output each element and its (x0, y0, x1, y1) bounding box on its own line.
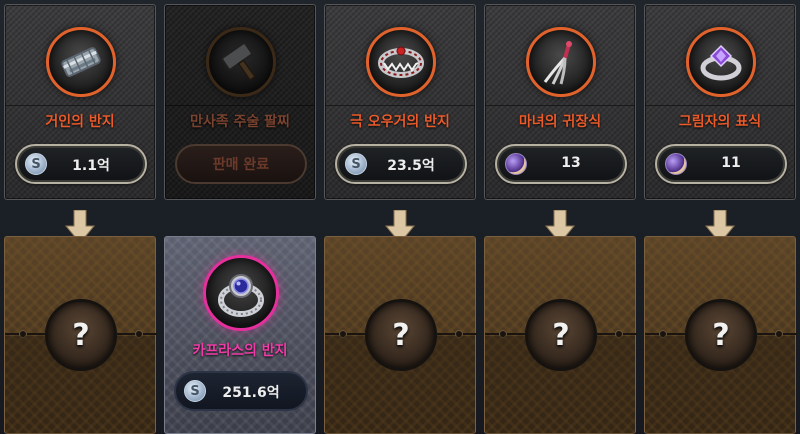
price-value: 13 (561, 155, 581, 171)
unknown-reward-icon: ? (685, 299, 757, 371)
result-card-2[interactable]: 카프라스의 반지 S 251.6억 (164, 236, 316, 434)
connector-knob (135, 330, 143, 338)
item-name: 그림자의 표식 (678, 114, 762, 130)
result-card-1[interactable]: ? (4, 236, 157, 434)
silver-coin-icon: S (184, 380, 206, 402)
slot-card-5[interactable]: 그림자의 표식 11 (644, 4, 796, 200)
item-name: 마녀의 귀장식 (518, 114, 602, 130)
card-divider (165, 105, 315, 106)
exchange-stage: 거인의 반지 S 1.1억 만사족 주술 팔찌 판매 완료 극 오우거의 반지 … (0, 0, 800, 434)
connector-knob (339, 330, 347, 338)
feather-earring-icon (526, 27, 596, 97)
connector-knob (19, 330, 27, 338)
price-pill: S 251.6억 (174, 371, 308, 411)
connector-knob (615, 330, 623, 338)
price-value: 23.5억 (387, 158, 435, 174)
item-name: 만사족 주술 팔찌 (190, 114, 290, 130)
price-pill: 13 (495, 144, 627, 184)
item-name: 거인의 반지 (45, 114, 115, 130)
hammer-icon (206, 27, 276, 97)
unknown-reward-icon: ? (365, 299, 437, 371)
slot-card-3[interactable]: 극 오우거의 반지 S 23.5억 (324, 4, 476, 200)
price-value: 1.1억 (72, 158, 110, 174)
result-card-3[interactable]: ? (324, 236, 477, 434)
silver-coin-icon: S (345, 153, 367, 175)
fanged-ring-icon (366, 27, 436, 97)
connector-knob (455, 330, 463, 338)
card-divider (5, 105, 155, 106)
card-divider (325, 105, 475, 106)
item-name: 카프라스의 반지 (192, 343, 288, 359)
result-card-5[interactable]: ? (644, 236, 797, 434)
amethyst-ring-icon (686, 27, 756, 97)
slot-card-2: 만사족 주술 팔찌 판매 완료 (164, 4, 316, 200)
connector-knob (775, 330, 783, 338)
price-value: 11 (721, 155, 741, 171)
connector-knob (659, 330, 667, 338)
jeweled-ring-icon (203, 255, 279, 331)
item-name: 극 오우거의 반지 (350, 114, 450, 130)
price-pill: S 23.5억 (335, 144, 467, 184)
price-pill: 11 (655, 144, 787, 184)
unknown-reward-icon: ? (525, 299, 597, 371)
slot-card-1[interactable]: 거인의 반지 S 1.1억 (4, 4, 156, 200)
essence-icon (505, 153, 527, 175)
connector-knob (499, 330, 507, 338)
unknown-reward-icon: ? (45, 299, 117, 371)
ring-icon (46, 27, 116, 97)
price-value: 251.6억 (222, 385, 280, 401)
essence-icon (665, 153, 687, 175)
slot-card-4[interactable]: 마녀의 귀장식 13 (484, 4, 636, 200)
sold-out-label: 판매 완료 (175, 144, 307, 184)
silver-coin-icon: S (25, 153, 47, 175)
price-pill: S 1.1억 (15, 144, 147, 184)
result-card-4[interactable]: ? (484, 236, 637, 434)
card-divider (485, 105, 635, 106)
card-divider (645, 105, 795, 106)
